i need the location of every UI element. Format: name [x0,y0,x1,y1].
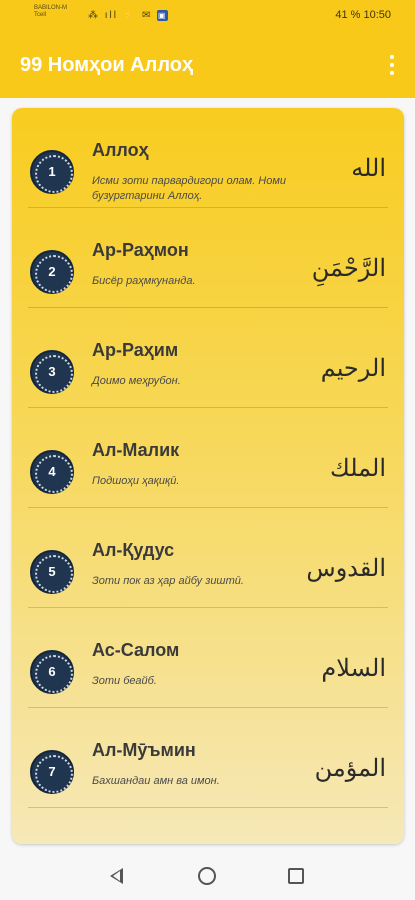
item-name: Аллоҳ [92,140,149,160]
list-item[interactable]: 4 Ал-Малик Подшоҳи ҳақиқӣ. الملك [12,408,404,508]
list-item[interactable]: 2 Ар-Раҳмон Бисёр раҳмкунанда. الرَّحْمَ… [12,208,404,308]
item-number: 1 [48,164,56,179]
number-badge: 6 [30,650,74,694]
item-number: 4 [48,464,56,479]
item-name: Ал-Мӯъмин [92,740,196,760]
item-number: 6 [48,664,56,679]
item-description: Доимо меҳрубон. [92,375,181,387]
menu-dot [390,71,394,75]
item-name: Ар-Раҳим [92,340,179,360]
item-name: Ал-Малик [92,440,180,460]
item-number: 7 [48,764,56,779]
back-icon[interactable] [110,868,123,884]
item-description: Подшоҳи ҳақиқӣ. [92,475,180,487]
list-item[interactable]: 5 Ал-Қудус Зоти пок аз ҳар айбу зиштӣ. ا… [12,508,404,608]
item-arabic: الرحيم [320,354,386,382]
item-number: 5 [48,564,56,579]
list-item[interactable]: 3 Ар-Раҳим Доимо меҳрубон. الرحيم [12,308,404,408]
item-description: Зоти пок аз ҳар айбу зиштӣ. [92,575,244,587]
item-name: Ас-Салом [92,640,180,660]
item-description: Бисёр раҳмкунанда. [92,275,196,287]
item-description: Исми зоти парвардигори олам. Номи бузург… [92,175,287,202]
menu-dot [390,55,394,59]
page-title: 99 Номҳои Аллоҳ [20,54,194,76]
item-arabic: الله [351,154,386,182]
item-arabic: الرَّحْمَنِ [311,254,386,282]
list-item[interactable]: 1 Аллоҳ Исми зоти парвардигори олам. Ном… [12,108,404,208]
item-number: 2 [48,264,56,279]
number-badge: 3 [30,350,74,394]
item-arabic: القدوس [306,554,386,582]
carrier-name-2: Tcell [34,12,47,18]
item-arabic: الملك [329,454,386,482]
item-arabic: المؤمن [314,754,386,782]
item-number: 3 [48,364,56,379]
number-badge: 2 [30,250,74,294]
item-name: Ар-Раҳмон [92,240,189,260]
names-list-card: 1 Аллоҳ Исми зоти парвардигори олам. Ном… [12,108,404,844]
number-badge: 5 [30,550,74,594]
status-icon-glyphs: ⁂ ıll ⚡ ✉ [88,10,153,22]
status-bar: BABILON-M Tcell ⁂ ıll ⚡ ✉ ▣ 41 % 10:50 [0,0,415,34]
system-nav-bar [0,852,415,900]
item-arabic: السلام [321,654,386,682]
number-badge: 1 [30,150,74,194]
menu-dot [390,63,394,67]
carrier-name: BABILON-M [34,5,68,11]
list-item[interactable]: 6 Ас-Салом Зоти беайб. السلام [12,608,404,708]
divider [28,807,388,808]
recent-apps-icon[interactable] [288,868,304,884]
item-description: Бахшандаи амн ва имон. [92,775,220,787]
battery-clock: 41 % 10:50 [335,9,391,21]
status-icons: ⁂ ıll ⚡ ✉ ▣ [88,10,169,22]
carrier-info: BABILON-M Tcell [34,5,67,19]
list-item[interactable]: 7 Ал-Мӯъмин Бахшандаи амн ва имон. المؤم… [12,708,404,808]
number-badge: 4 [30,450,74,494]
home-icon[interactable] [198,867,216,885]
number-badge: 7 [30,750,74,794]
more-vert-icon[interactable] [385,52,399,78]
item-description: Зоти беайб. [92,675,157,687]
notification-icon: ▣ [157,10,169,21]
app-bar: 99 Номҳои Аллоҳ [0,34,415,98]
item-name: Ал-Қудус [92,540,175,560]
